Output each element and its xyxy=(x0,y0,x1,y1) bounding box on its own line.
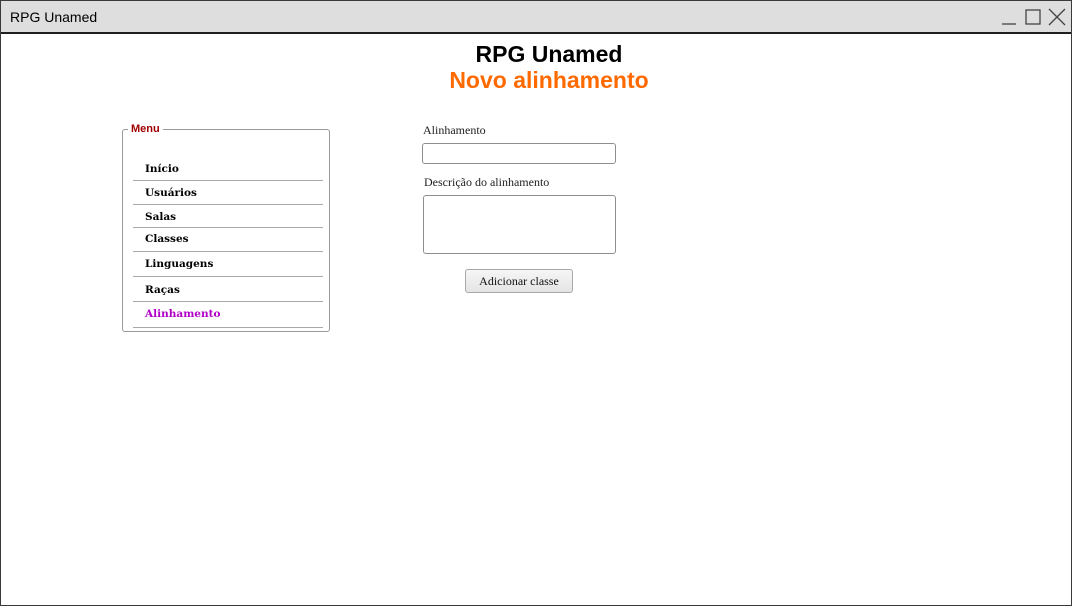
minimize-icon xyxy=(1002,23,1016,25)
menu-legend: Menu xyxy=(131,123,160,135)
descricao-textarea[interactable] xyxy=(423,195,616,254)
maximize-icon xyxy=(1025,9,1041,25)
alinhamento-input[interactable] xyxy=(422,143,616,164)
window-title: RPG Unamed xyxy=(10,9,98,25)
minimize-button[interactable] xyxy=(997,6,1021,28)
menu-item-inicio[interactable]: Início xyxy=(133,155,323,181)
maximize-button[interactable] xyxy=(1021,6,1045,28)
menu-item-usuarios[interactable]: Usuários xyxy=(133,181,323,205)
page-heading: RPG Unamed Novo alinhamento xyxy=(1,41,1072,93)
app-window: RPG Unamed RPG Unamed Novo alinhamento M… xyxy=(0,0,1072,606)
menu-item-classes[interactable]: Classes xyxy=(133,228,323,252)
menu-item-alinhamento[interactable]: Alinhamento xyxy=(133,302,323,328)
alinhamento-label: Alinhamento xyxy=(423,123,486,137)
menu-panel: Menu Início Usuários Salas Classes Lingu… xyxy=(122,123,330,332)
window-controls xyxy=(997,6,1069,28)
menu-item-racas[interactable]: Raças xyxy=(133,277,323,302)
close-button[interactable] xyxy=(1045,6,1069,28)
page-title: Novo alinhamento xyxy=(449,67,649,93)
close-icon xyxy=(1048,8,1066,26)
descricao-label: Descrição do alinhamento xyxy=(424,175,550,189)
menu-item-salas[interactable]: Salas xyxy=(133,205,323,228)
menu-list: Início Usuários Salas Classes Linguagens… xyxy=(133,155,323,328)
menu-item-linguagens[interactable]: Linguagens xyxy=(133,252,323,277)
adicionar-button[interactable]: Adicionar classe xyxy=(465,269,573,293)
app-name: RPG Unamed xyxy=(475,41,623,67)
title-bar[interactable]: RPG Unamed xyxy=(1,1,1071,34)
